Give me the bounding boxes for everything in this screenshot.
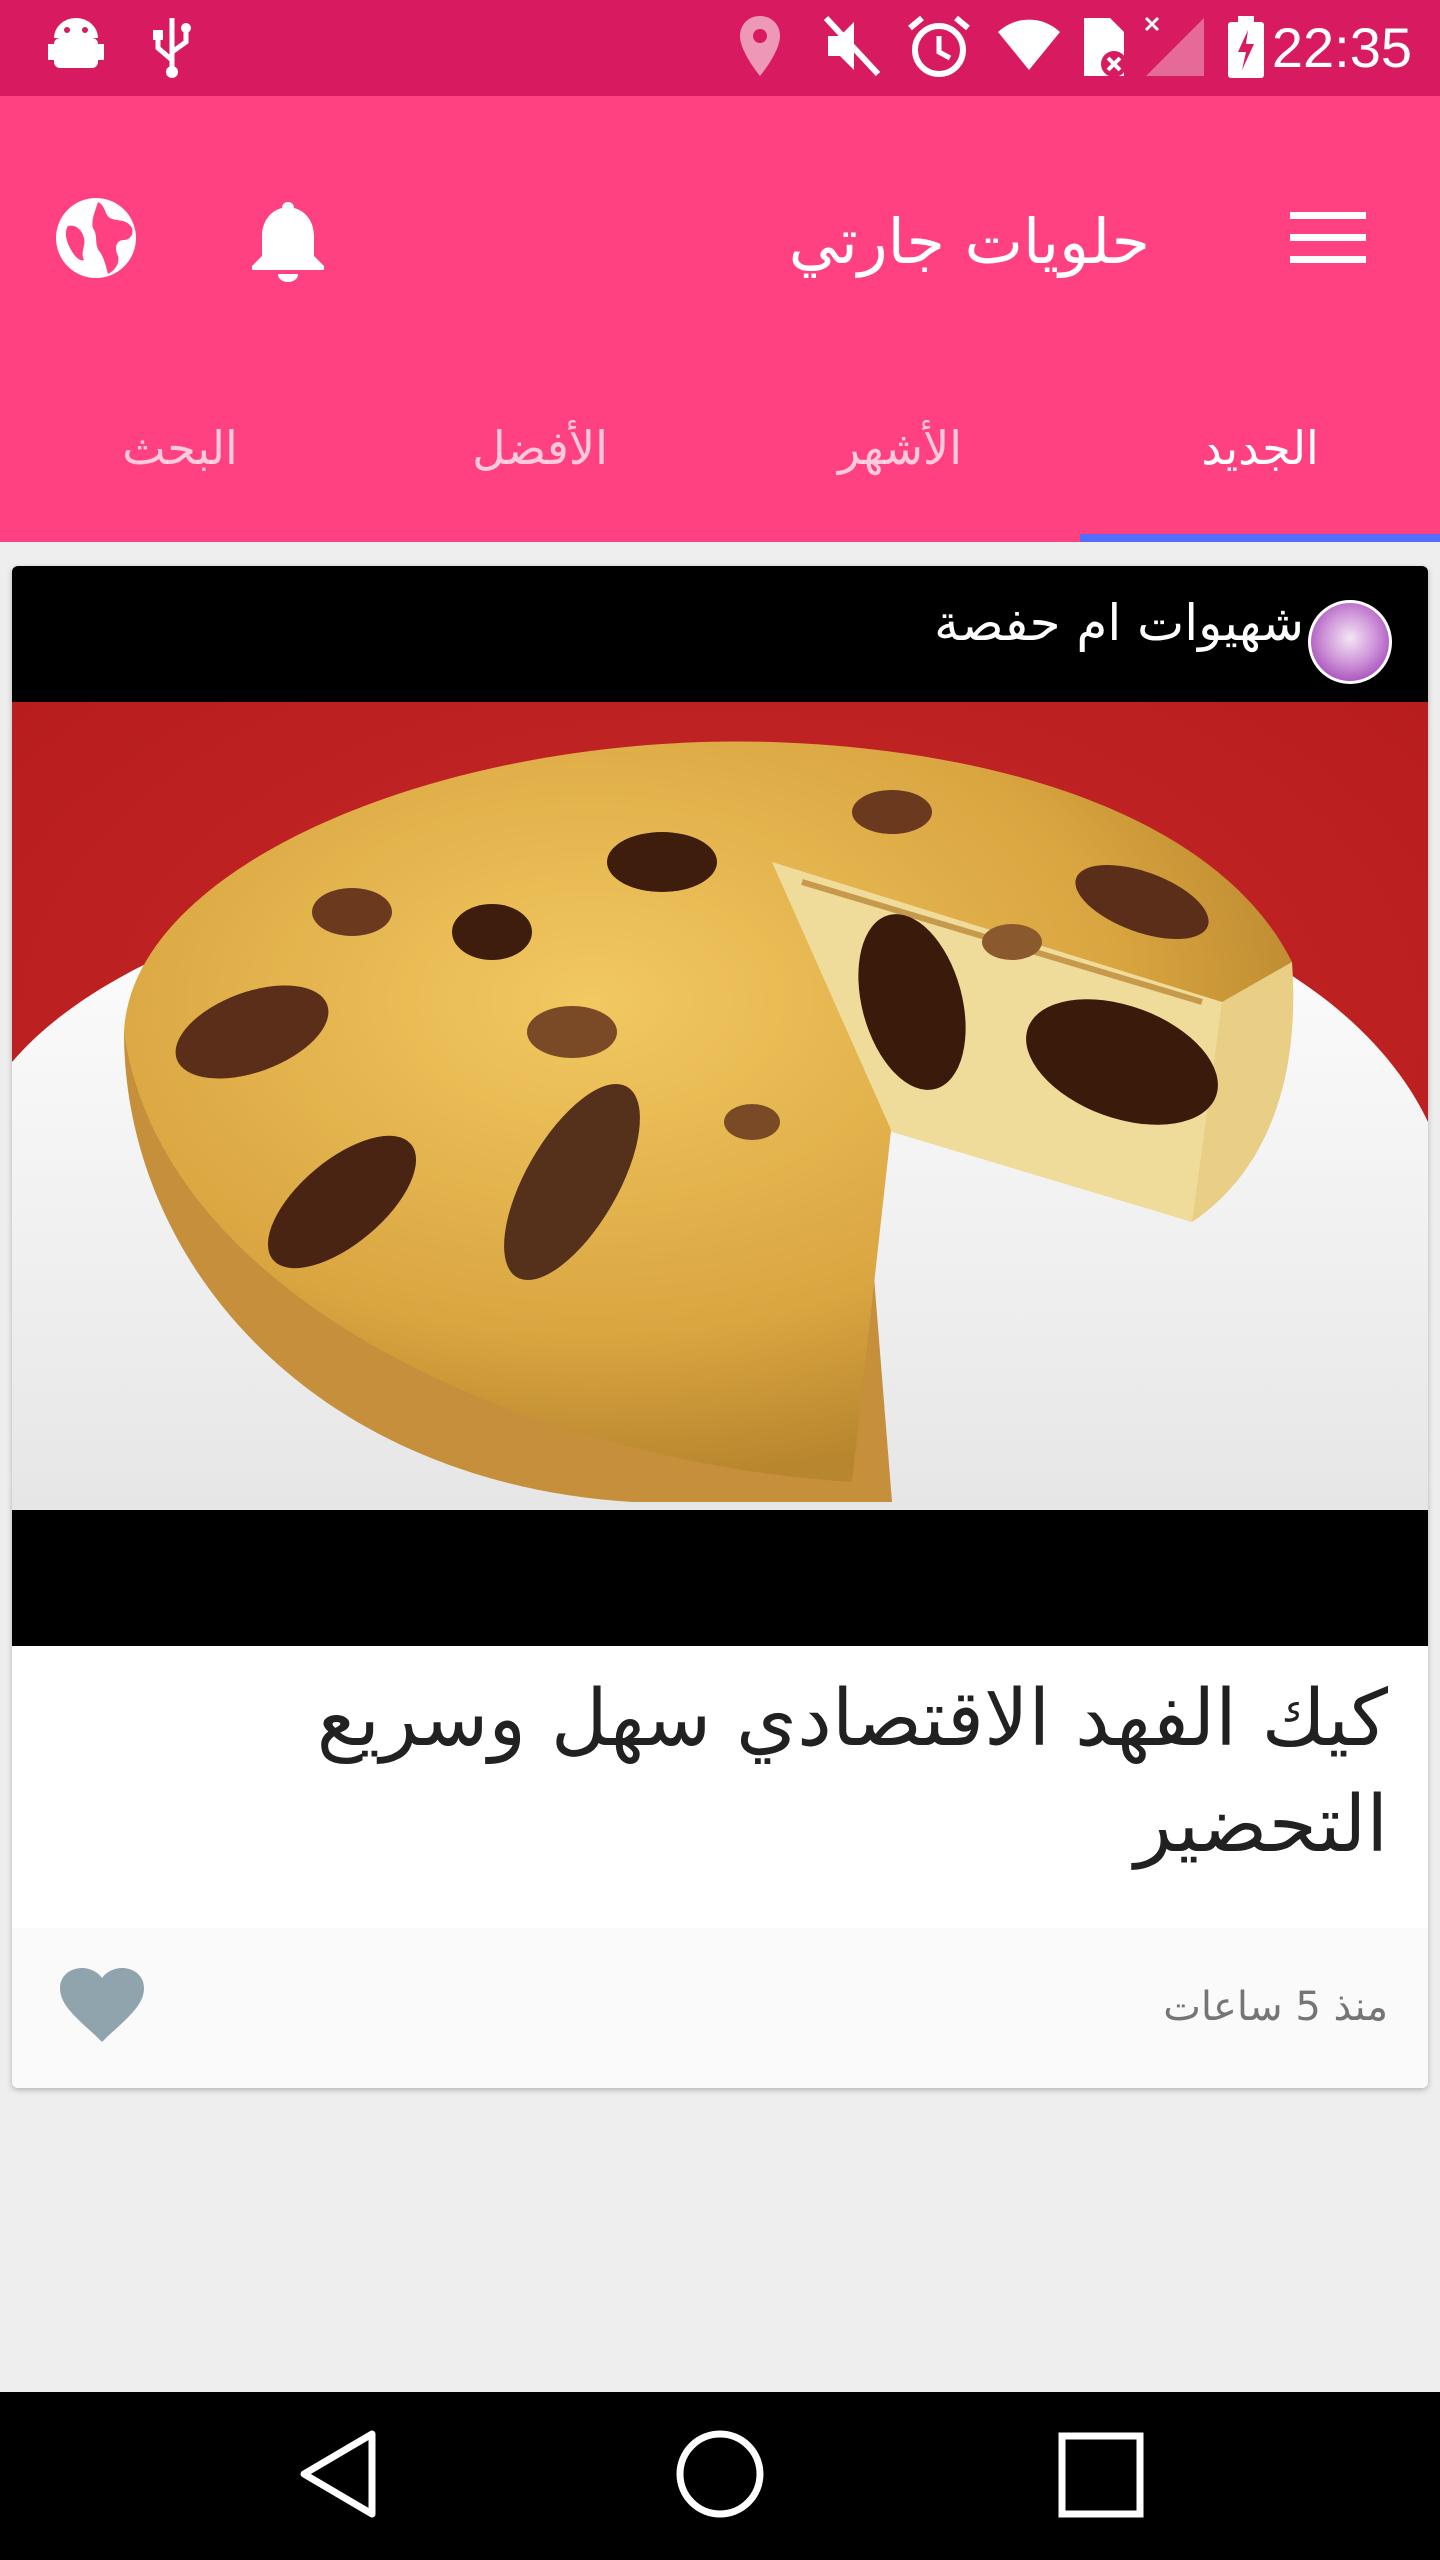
cake-photo [12,702,1428,1510]
recents-icon[interactable] [1056,2426,1146,2526]
home-icon[interactable] [674,2426,766,2526]
tab-best[interactable]: الأفضل [360,396,720,516]
post-author[interactable]: شهيوات ام حفصة [934,594,1304,652]
wifi-icon [998,19,1060,70]
heart-icon[interactable] [58,1966,146,2048]
location-icon [740,16,780,76]
tab-new[interactable]: الجديد [1080,396,1440,516]
signal-icon [1144,16,1204,76]
sim-error-icon [1084,18,1127,77]
post-time: منذ 5 ساعات [1163,1984,1388,2030]
globe-icon[interactable] [54,196,138,284]
battery-charging-icon [1228,16,1264,78]
mute-icon [823,15,881,77]
app-bar: حلويات جارتي الجديد الأشهر الأفضل البحث [0,96,1440,542]
navigation-bar [0,2392,1440,2560]
tab-indicator [1080,534,1440,542]
post-title[interactable]: كيك الفهد الاقتصادي سهل وسريع التحضير [68,1666,1388,1878]
status-bar: 22:35 [0,0,1440,96]
avatar[interactable] [1308,600,1392,684]
back-icon[interactable] [296,2426,380,2526]
post-footer: منذ 5 ساعات [12,1928,1428,2088]
tab-popular[interactable]: الأشهر [720,396,1080,516]
post-card[interactable]: شهيوات ام حفصة كيك الفهد الاقتصادي سهل و… [12,566,1428,2088]
tab-search[interactable]: البحث [0,396,360,516]
app-title: حلويات جارتي [788,205,1150,278]
bell-icon[interactable] [250,198,326,286]
usb-icon [153,18,191,78]
post-media[interactable]: شهيوات ام حفصة [12,566,1428,1646]
alarm-icon [908,15,970,77]
status-time: 22:35 [1271,16,1412,79]
android-debug-icon [48,18,104,68]
hamburger-menu-icon[interactable] [1290,210,1366,270]
